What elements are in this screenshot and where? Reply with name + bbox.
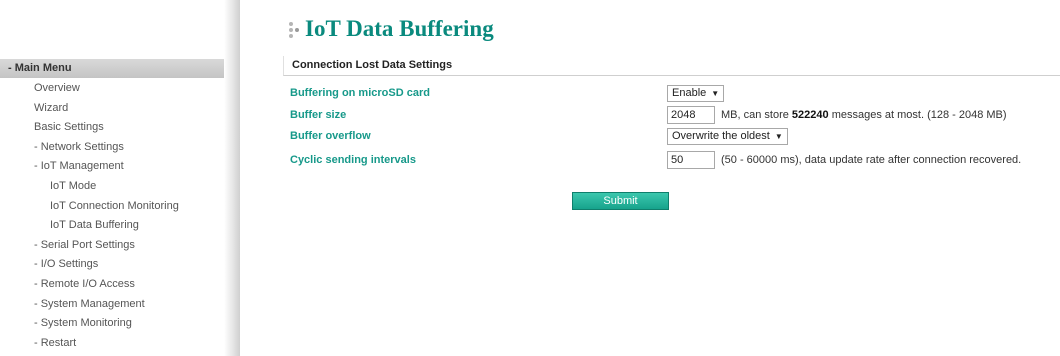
sidebar-item-system-management[interactable]: - System Management (0, 295, 224, 315)
sidebar-item-iot-connection-monitoring[interactable]: IoT Connection Monitoring (0, 197, 224, 217)
sidebar-item-iot-management[interactable]: - IoT Management (0, 157, 224, 177)
sidebar-item-network-settings[interactable]: - Network Settings (0, 138, 224, 158)
chevron-down-icon: ▼ (774, 131, 783, 141)
buffer-overflow-label: Buffer overflow (290, 130, 371, 142)
buffer-overflow-select-value: Overwrite the oldest (672, 130, 770, 142)
buffer-size-row: Buffer size MB, can store 522240 message… (290, 106, 1060, 126)
sidebar-item-remote-io-access[interactable]: - Remote I/O Access (0, 275, 224, 295)
sidebar: - Main Menu Overview Wizard Basic Settin… (0, 0, 240, 356)
sidebar-menu: Overview Wizard Basic Settings - Network… (0, 79, 224, 353)
dots-icon (286, 19, 304, 39)
sidebar-item-iot-data-buffering[interactable]: IoT Data Buffering (0, 216, 224, 236)
buffer-size-hint-count: 522240 (791, 109, 829, 121)
sidebar-item-wizard[interactable]: Wizard (0, 99, 224, 119)
cyclic-row: Cyclic sending intervals (50 - 60000 ms)… (290, 151, 1060, 171)
buffer-size-hint-prefix: MB, can store (721, 109, 789, 121)
sidebar-item-serial-port-settings[interactable]: - Serial Port Settings (0, 236, 224, 256)
sidebar-item-restart[interactable]: - Restart (0, 334, 224, 354)
buffering-row: Buffering on microSD card Enable ▼ (290, 84, 1060, 104)
sidebar-item-system-monitoring[interactable]: - System Monitoring (0, 314, 224, 334)
buffering-select-value: Enable (672, 87, 707, 99)
cyclic-label: Cyclic sending intervals (290, 154, 416, 166)
sidebar-item-iot-mode[interactable]: IoT Mode (0, 177, 224, 197)
page-title: IoT Data Buffering (286, 14, 494, 44)
section-header: Connection Lost Data Settings (283, 56, 1060, 76)
submit-button[interactable]: Submit (572, 192, 669, 210)
cyclic-input[interactable] (667, 151, 715, 169)
buffering-select[interactable]: Enable ▼ (667, 84, 725, 102)
buffer-overflow-select[interactable]: Overwrite the oldest ▼ (667, 127, 788, 145)
sidebar-item-io-settings[interactable]: - I/O Settings (0, 255, 224, 275)
sidebar-item-basic-settings[interactable]: Basic Settings (0, 118, 224, 138)
buffering-label: Buffering on microSD card (290, 87, 430, 99)
page-title-text: IoT Data Buffering (305, 16, 494, 41)
chevron-down-icon: ▼ (711, 88, 720, 98)
sidebar-divider (224, 0, 240, 356)
buffer-size-hint-suffix: messages at most. (128 - 2048 MB) (831, 109, 1007, 121)
sidebar-item-overview[interactable]: Overview (0, 79, 224, 99)
buffer-size-label: Buffer size (290, 109, 347, 121)
cyclic-hint: (50 - 60000 ms), data update rate after … (721, 154, 1022, 166)
buffer-overflow-row: Buffer overflow Overwrite the oldest ▼ (290, 127, 1060, 147)
main-menu-header[interactable]: - Main Menu (0, 59, 238, 78)
buffer-size-hint: MB, can store 522240 messages at most. (… (721, 109, 1007, 121)
buffer-size-input[interactable] (667, 106, 715, 124)
